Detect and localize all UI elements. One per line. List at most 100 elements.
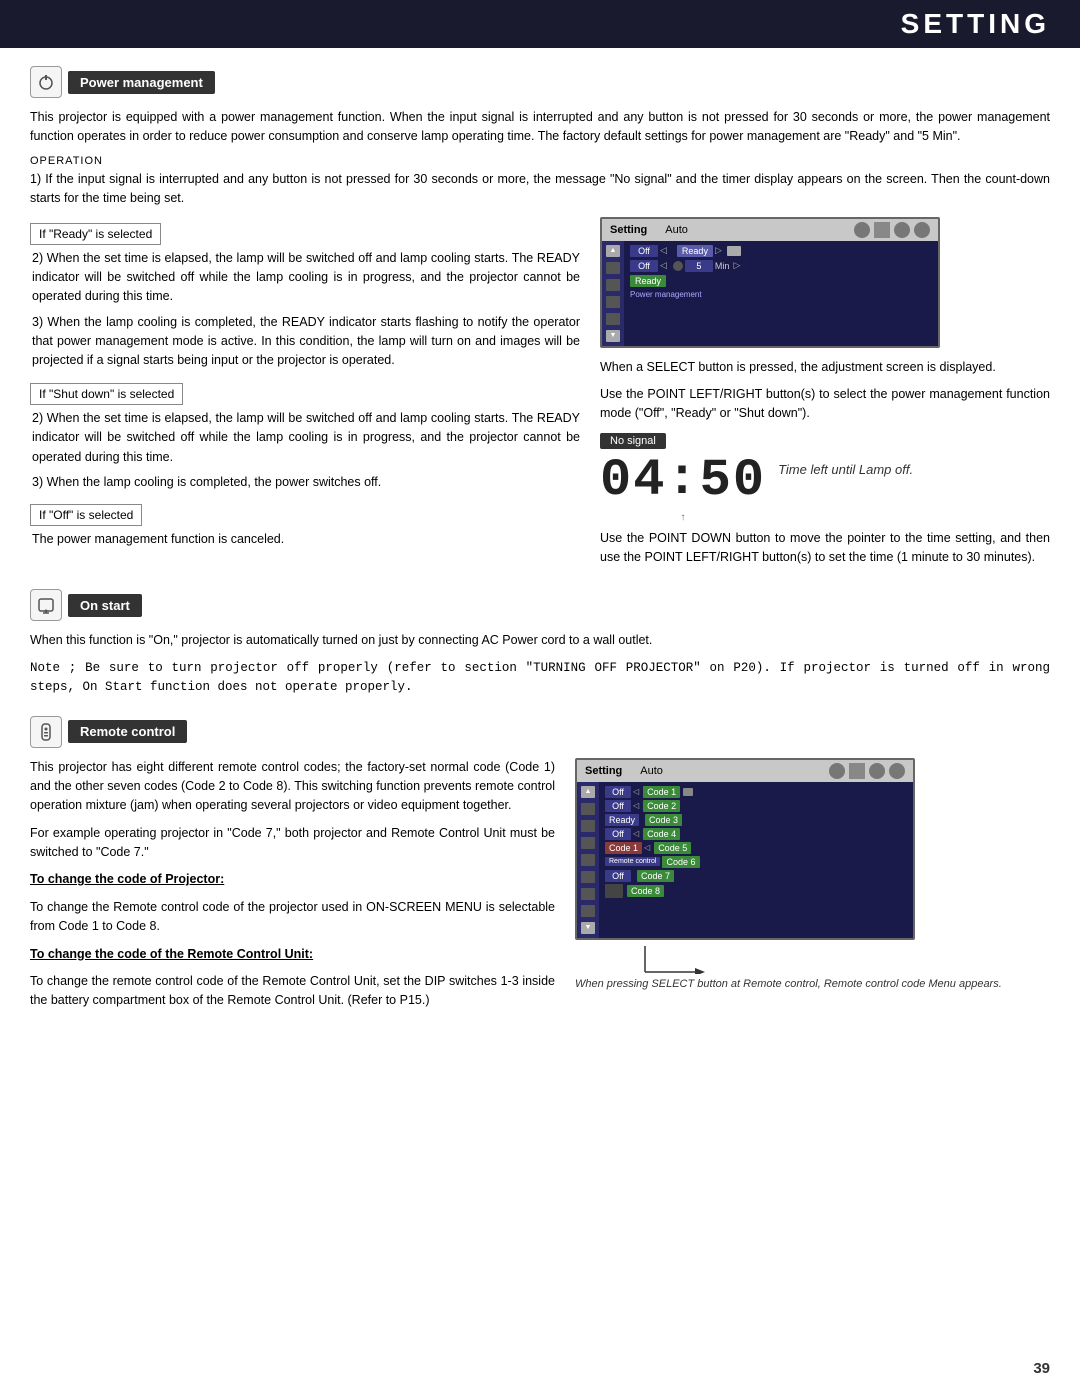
timer-area: No signal 04 : 50 ↑ Time left until Lamp… — [600, 432, 1050, 523]
no-signal-box: No signal — [600, 433, 666, 449]
remote-arrow-line — [635, 944, 1050, 974]
power-management-icon — [30, 66, 62, 98]
screen-row-1: Off ◁ Ready ▷ — [630, 245, 932, 257]
remote-val-6: Remote control — [605, 857, 660, 866]
remote-screen-row-6: Remote control Code 6 — [605, 856, 907, 868]
screen-power-label: Power management — [630, 290, 932, 299]
screen-icon-2 — [874, 222, 890, 238]
operation-label: OPERATION — [30, 155, 1050, 167]
remote-screen-icon-4 — [889, 763, 905, 779]
remote-screen-body: ▲ ▼ Off — [577, 782, 913, 938]
remote-screen-icon-2 — [849, 763, 865, 779]
timer-colon: : — [666, 454, 699, 506]
remote-cursor-1 — [683, 788, 693, 796]
screen-top-icons — [854, 222, 930, 238]
timer-left: 04 — [600, 451, 666, 510]
remote-code-8: Code 8 — [627, 885, 664, 897]
screen-icon-1 — [854, 222, 870, 238]
remote-screen-row-4: Off ◁ Code 4 — [605, 828, 907, 840]
remote-right-col: Setting Auto ▲ — [575, 758, 1050, 1019]
screen-top-bar: Setting Auto — [602, 219, 938, 241]
screen-tab-setting: Setting — [610, 224, 647, 236]
remote-control-section: Remote control This projector has eight … — [30, 716, 1050, 1019]
select-text: When a SELECT button is pressed, the adj… — [600, 358, 1050, 377]
ready-item3: 3) When the lamp cooling is completed, t… — [30, 313, 580, 371]
on-start-text1: When this function is "On," projector is… — [30, 631, 1050, 650]
remote-text1: This projector has eight different remot… — [30, 758, 555, 816]
main-content: Power management This projector is equip… — [0, 48, 1080, 1039]
remote-sidebar-icon-9: ▼ — [581, 922, 595, 934]
screen-off-1: Off — [630, 245, 658, 257]
sidebar-icon-3 — [606, 279, 620, 291]
remote-screen-top-bar: Setting Auto — [577, 760, 913, 782]
remote-sidebar-icon-1: ▲ — [581, 786, 595, 798]
shutdown-item3: 3) When the lamp cooling is completed, t… — [30, 473, 580, 492]
time-left-label: Time left until Lamp off. — [778, 462, 913, 477]
remote-code-7: Code 7 — [637, 870, 674, 882]
remote-code-6: Code 6 — [662, 856, 699, 868]
screen-icon-3 — [894, 222, 910, 238]
sidebar-icon-1: ▲ — [606, 245, 620, 257]
point-lr-text: Use the POINT LEFT/RIGHT button(s) to se… — [600, 385, 1050, 424]
remote-val-2: Off — [605, 800, 631, 812]
condition-off-box: If "Off" is selected — [30, 504, 142, 526]
remote-control-icon — [30, 716, 62, 748]
remote-screen-icon-3 — [869, 763, 885, 779]
to-change-projector-label-text: To change the code of Projector: — [30, 872, 224, 886]
to-change-remote-label-text: To change the code of the Remote Control… — [30, 947, 313, 961]
time-left-label-container: Time left until Lamp off. — [778, 432, 913, 477]
remote-val-3: Ready — [605, 814, 639, 826]
screen-ready-row3: Ready — [630, 275, 666, 287]
sidebar-icon-4 — [606, 296, 620, 308]
on-start-header: On start — [30, 589, 1050, 621]
remote-screen-tab-auto: Auto — [640, 765, 663, 777]
remote-screen-icon-1 — [829, 763, 845, 779]
to-change-remote-text: To change the remote control code of the… — [30, 972, 555, 1011]
screen-circle — [673, 261, 683, 271]
remote-code-1: Code 1 — [643, 786, 680, 798]
remote-screen-row-3: Ready Code 3 — [605, 814, 907, 826]
remote-code-4: Code 4 — [643, 828, 680, 840]
power-management-header: Power management — [30, 66, 1050, 98]
remote-control-header: Remote control — [30, 716, 1050, 748]
sidebar-icon-5 — [606, 313, 620, 325]
remote-caption: When pressing SELECT button at Remote co… — [575, 978, 1050, 990]
condition-shutdown-label: If "Shut down" is selected — [39, 387, 174, 401]
screen-row-2: Off ◁ 5 Min ▷ — [630, 260, 932, 272]
page-title: SETTING — [0, 8, 1050, 40]
ready-item2: 2) When the set time is elapsed, the lam… — [30, 249, 580, 307]
screen-sidebar: ▲ ▼ — [602, 241, 624, 346]
to-change-projector-text: To change the Remote control code of the… — [30, 898, 555, 937]
page-header: SETTING — [0, 0, 1080, 48]
power-management-screen: Setting Auto ▲ — [600, 217, 940, 348]
remote-code-2: Code 2 — [643, 800, 680, 812]
remote-caption-area: When pressing SELECT button at Remote co… — [575, 944, 1050, 990]
remote-screen: Setting Auto ▲ — [575, 758, 915, 940]
screen-ready-val: Ready — [677, 245, 713, 257]
big-timer: 04 : 50 — [600, 451, 766, 510]
remote-screen-sidebar: ▲ ▼ — [577, 782, 599, 938]
condition-ready-box: If "Ready" is selected — [30, 223, 161, 245]
screen-min: Min — [715, 261, 730, 271]
on-start-section: On start When this function is "On," pro… — [30, 589, 1050, 697]
remote-sidebar-icon-6 — [581, 871, 595, 883]
remote-control-label: Remote control — [68, 720, 187, 743]
on-start-note: Note ; Be sure to turn projector off pro… — [30, 659, 1050, 698]
remote-screen-row-8: Code 8 — [605, 884, 907, 898]
remote-sidebar-icon-3 — [581, 820, 595, 832]
sidebar-icon-2 — [606, 262, 620, 274]
remote-screen-row-2: Off ◁ Code 2 — [605, 800, 907, 812]
remote-screen-tab-setting: Setting — [585, 765, 622, 777]
power-management-label: Power management — [68, 71, 215, 94]
screen-cursor — [727, 246, 741, 256]
remote-sidebar-icon-8 — [581, 905, 595, 917]
shutdown-item2: 2) When the set time is elapsed, the lam… — [30, 409, 580, 467]
screen-row-3: Ready — [630, 275, 932, 287]
power-management-intro: This projector is equipped with a power … — [30, 108, 1050, 147]
remote-sidebar-icon-7 — [581, 888, 595, 900]
remote-val-1: Off — [605, 786, 631, 798]
point-down-text: Use the POINT DOWN button to move the po… — [600, 529, 1050, 568]
remote-icon-8 — [605, 884, 623, 898]
remote-sidebar-icon-5 — [581, 854, 595, 866]
to-change-projector-label: To change the code of Projector: — [30, 870, 555, 889]
